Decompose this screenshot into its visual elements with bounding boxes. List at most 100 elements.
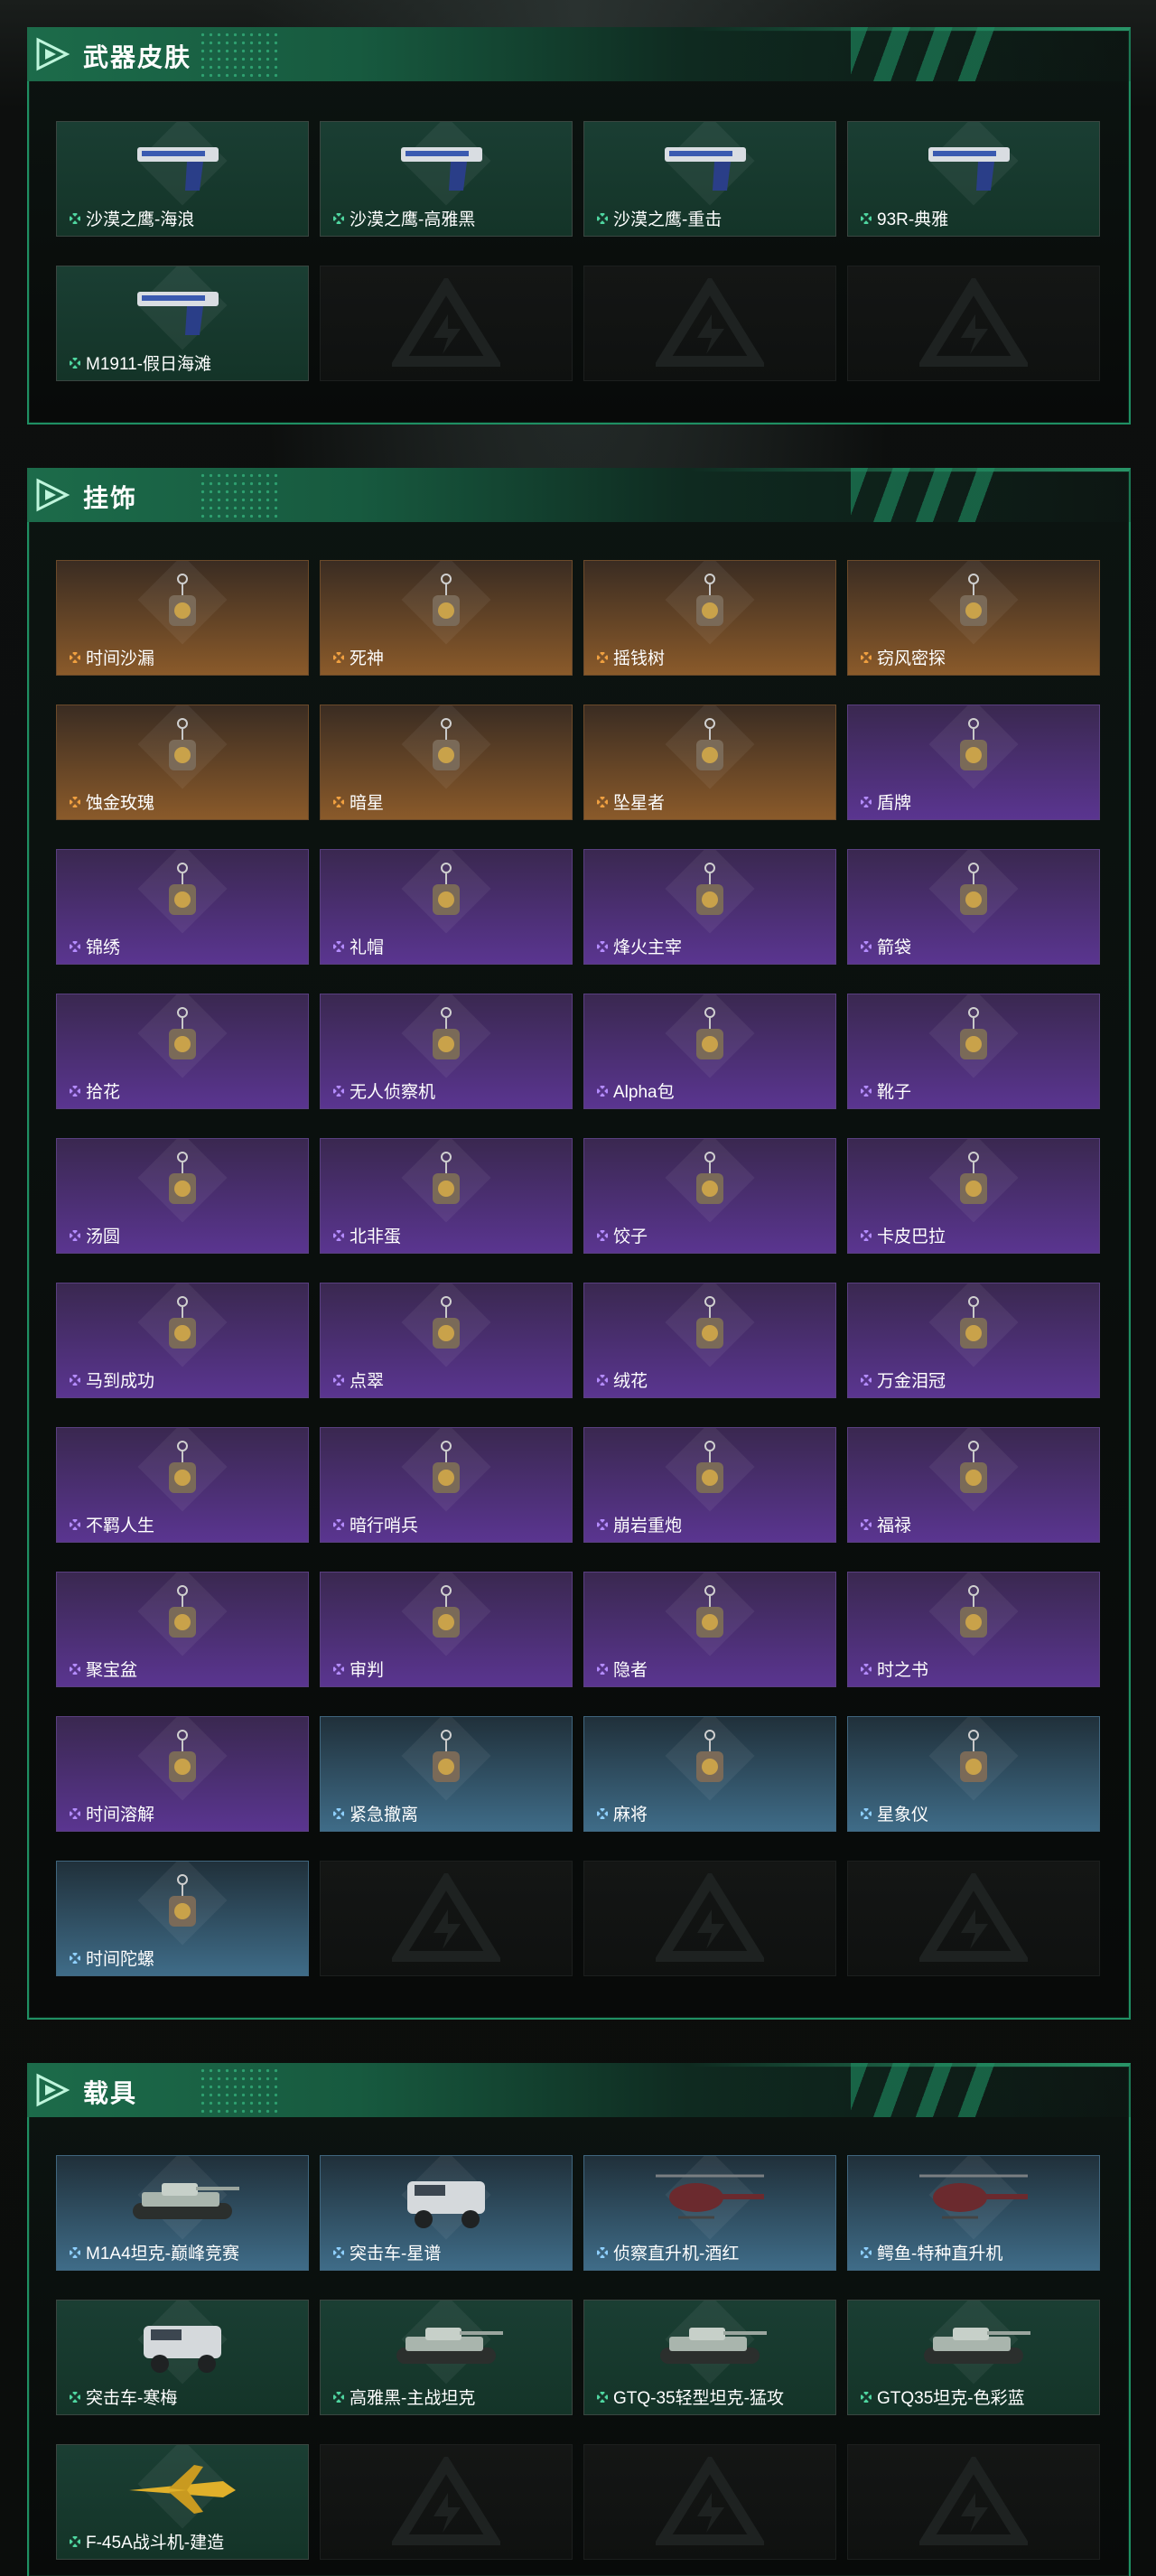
rarity-diamond-icon [861,1663,872,1675]
charm-icon [169,574,196,626]
item-card[interactable]: Alpha包 [583,994,836,1109]
item-card[interactable]: 侦察直升机-酒红 [583,2155,836,2271]
rarity-diamond-icon [70,1952,80,1964]
item-card[interactable]: 高雅黑-主战坦克 [320,2300,573,2415]
rarity-diamond-icon [597,1085,608,1097]
item-card[interactable]: 紧急撤离 [320,1716,573,1832]
item-name: 鳄鱼-特种直升机 [877,2245,1003,2263]
charm-icon [696,718,723,770]
item-card[interactable]: 鳄鱼-特种直升机 [847,2155,1100,2271]
item-card[interactable]: 卡皮巴拉 [847,1138,1100,1254]
item-card[interactable]: 福禄 [847,1427,1100,1543]
item-name: GTQ-35轻型坦克-猛攻 [613,2389,784,2408]
item-card[interactable]: 马到成功 [56,1283,309,1398]
item-name: 时间陀螺 [86,1950,155,1969]
item-card[interactable]: 锦绣 [56,849,309,965]
item-name: 点翠 [350,1372,385,1391]
brand-watermark-icon [392,2457,500,2545]
item-name: 崩岩重炮 [613,1517,683,1535]
item-card[interactable]: 绒花 [583,1283,836,1398]
item-card[interactable]: 烽火主宰 [583,849,836,965]
rarity-diamond-icon [70,2391,80,2403]
rarity-diamond-icon [333,940,344,952]
item-card[interactable]: 沙漠之鹰-海浪 [56,121,309,237]
item-card[interactable]: 聚宝盆 [56,1572,309,1687]
item-card[interactable]: 暗星 [320,705,573,820]
item-card[interactable]: 点翠 [320,1283,573,1398]
item-card[interactable]: 星象仪 [847,1716,1100,1832]
item-name: 卡皮巴拉 [877,1227,946,1246]
item-card[interactable]: 盾牌 [847,705,1100,820]
item-card[interactable]: 箭袋 [847,849,1100,965]
item-name: 紧急撤离 [350,1806,419,1825]
charm-icon [169,1152,196,1204]
item-card[interactable]: 饺子 [583,1138,836,1254]
item-card[interactable]: 无人侦察机 [320,994,573,1109]
rarity-diamond-icon [597,1663,608,1675]
item-card[interactable]: 时间沙漏 [56,560,309,676]
item-card[interactable]: 麻将 [583,1716,836,1832]
item-card[interactable]: 礼帽 [320,849,573,965]
item-card[interactable]: M1A4坦克-巅峰竞赛 [56,2155,309,2271]
rarity-diamond-icon [597,651,608,663]
item-card[interactable]: 死神 [320,560,573,676]
item-card[interactable]: 沙漠之鹰-高雅黑 [320,121,573,237]
item-card[interactable]: M1911-假日海滩 [56,266,309,381]
charm-icon [433,1296,460,1349]
brand-watermark-icon [392,1873,500,1962]
empty-slot [583,266,836,381]
empty-slot [847,266,1100,381]
item-card[interactable]: 崩岩重炮 [583,1427,836,1543]
item-card[interactable]: 拾花 [56,994,309,1109]
item-name: 高雅黑-主战坦克 [350,2389,476,2408]
rarity-diamond-icon [70,212,80,224]
rarity-diamond-icon [861,940,872,952]
item-name: 沙漠之鹰-重击 [613,210,722,229]
rarity-diamond-icon [70,2535,80,2547]
charm-icon [696,574,723,626]
item-card[interactable]: 靴子 [847,994,1100,1109]
item-card[interactable]: 蚀金玫瑰 [56,705,309,820]
item-card[interactable]: 坠星者 [583,705,836,820]
item-card[interactable]: 隐者 [583,1572,836,1687]
item-card[interactable]: 不羁人生 [56,1427,309,1543]
item-card[interactable]: 暗行哨兵 [320,1427,573,1543]
tank-icon [133,2183,239,2219]
item-card[interactable]: 突击车-寒梅 [56,2300,309,2415]
item-name: 侦察直升机-酒红 [613,2245,740,2263]
game-logo-icon [36,2073,70,2107]
item-card[interactable]: 窃风密探 [847,560,1100,676]
item-card[interactable]: 突击车-星谱 [320,2155,573,2271]
item-card[interactable]: 沙漠之鹰-重击 [583,121,836,237]
pistol-icon [665,147,746,191]
item-card[interactable]: F-45A战斗机-建造 [56,2444,309,2560]
item-card[interactable]: 时间陀螺 [56,1861,309,1976]
item-card[interactable]: 审判 [320,1572,573,1687]
section-title: 武器皮肤 [83,43,192,71]
charm-icon [960,1152,987,1204]
rarity-diamond-icon [333,651,344,663]
charm-icon [960,1007,987,1059]
item-card[interactable]: 93R-典雅 [847,121,1100,237]
rarity-diamond-icon [70,1229,80,1241]
rarity-diamond-icon [70,1663,80,1675]
item-card[interactable]: 万金泪冠 [847,1283,1100,1398]
item-card[interactable]: GTQ35坦克-色彩蓝 [847,2300,1100,2415]
empty-slot [583,2444,836,2560]
item-card[interactable]: 时之书 [847,1572,1100,1687]
empty-slot [320,1861,573,1976]
item-card[interactable]: 北非蛋 [320,1138,573,1254]
rarity-diamond-icon [333,1663,344,1675]
item-card[interactable]: 时间溶解 [56,1716,309,1832]
section-title: 载具 [83,2079,138,2107]
item-name: 暗行哨兵 [350,1517,419,1535]
item-card[interactable]: 摇钱树 [583,560,836,676]
item-name: 箭袋 [877,938,912,957]
item-card[interactable]: GTQ-35轻型坦克-猛攻 [583,2300,836,2415]
tank-icon [924,2328,1030,2364]
charm-icon [169,863,196,915]
item-name: 福禄 [877,1517,912,1535]
item-card[interactable]: 汤圆 [56,1138,309,1254]
item-name: 不羁人生 [86,1517,155,1535]
pistol-icon [137,147,219,191]
